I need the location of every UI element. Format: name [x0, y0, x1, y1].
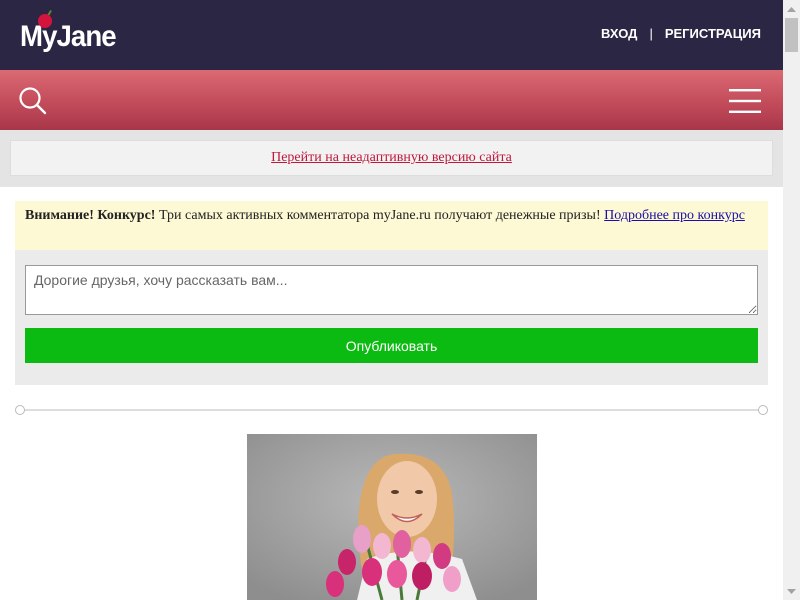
contest-details-link[interactable]: Подробнее про конкурс [604, 208, 745, 223]
divider-dot-left [15, 405, 25, 415]
site-logo[interactable]: MyJane [20, 10, 120, 56]
article-photo[interactable] [247, 434, 537, 600]
nonadaptive-link[interactable]: Перейти на неадаптивную версию сайта [271, 150, 512, 166]
register-link[interactable]: РЕГИСТРАЦИЯ [665, 26, 761, 41]
divider-line [23, 409, 760, 411]
scroll-down-button[interactable] [783, 583, 800, 600]
nav-bar [0, 70, 783, 130]
logo-text: MyJane [20, 20, 117, 53]
divider-dot-right [758, 405, 768, 415]
search-button[interactable] [18, 86, 48, 116]
menu-button[interactable] [729, 88, 761, 114]
nonadaptive-bar: Перейти на неадаптивную версию сайта [0, 130, 783, 187]
nonadaptive-box: Перейти на неадаптивную версию сайта [10, 140, 773, 176]
post-textarea[interactable] [25, 265, 758, 315]
scroll-thumb[interactable] [785, 18, 798, 52]
search-icon [19, 87, 47, 115]
login-link[interactable]: ВХОД [601, 26, 637, 41]
cherry-icon [38, 14, 52, 28]
notice-text: Три самых активных комментатора myJane.r… [155, 208, 605, 223]
auth-links: ВХОД | РЕГИСТРАЦИЯ [601, 26, 761, 41]
contest-notice: Внимание! Конкурс! Три самых активных ко… [15, 201, 768, 250]
publish-button[interactable]: Опубликовать [25, 328, 758, 363]
post-composer: Опубликовать [15, 250, 768, 385]
hamburger-menu-icon [729, 89, 761, 113]
chevron-down-icon [787, 588, 796, 594]
woman-with-tulips-image [247, 434, 537, 600]
scroll-up-button[interactable] [783, 0, 800, 17]
section-divider [15, 405, 768, 415]
auth-separator: | [649, 26, 653, 41]
vertical-scrollbar[interactable] [783, 0, 800, 600]
chevron-up-icon [787, 6, 796, 12]
notice-bold: Внимание! Конкурс! [25, 208, 156, 223]
page: MyJane ВХОД | РЕГИСТРАЦИЯ Перейти на неа… [0, 0, 783, 600]
top-header: MyJane ВХОД | РЕГИСТРАЦИЯ [0, 0, 783, 70]
